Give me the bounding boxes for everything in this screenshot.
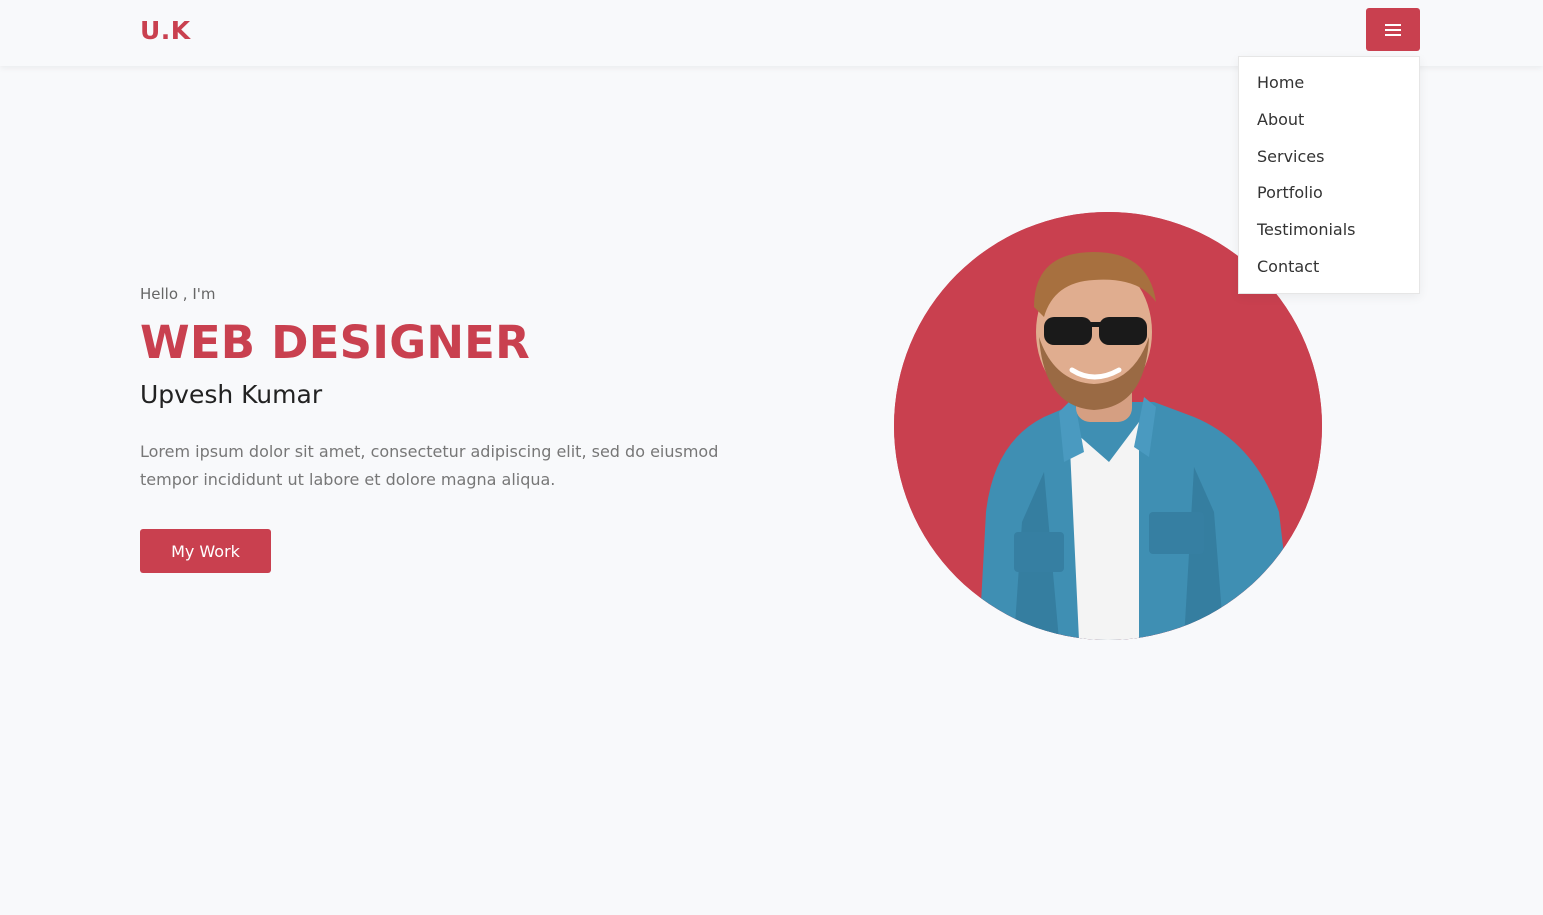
nav-item-portfolio[interactable]: Portfolio <box>1239 179 1419 216</box>
nav-dropdown-menu: Home About Services Portfolio Testimonia… <box>1238 56 1420 294</box>
nav-item-services[interactable]: Services <box>1239 143 1419 180</box>
menu-toggle-button[interactable] <box>1366 8 1420 51</box>
hero-description: Lorem ipsum dolor sit amet, consectetur … <box>140 442 719 489</box>
hero-title: WEB DESIGNER <box>140 316 530 369</box>
nav-item-testimonials[interactable]: Testimonials <box>1239 216 1419 253</box>
hamburger-icon <box>1385 23 1401 36</box>
nav-item-contact[interactable]: Contact <box>1239 253 1419 290</box>
hero-greeting: Hello , I'm <box>140 285 216 303</box>
my-work-button[interactable]: My Work <box>140 529 271 573</box>
nav-item-about[interactable]: About <box>1239 106 1419 143</box>
hero-name: Upvesh Kumar <box>140 380 323 409</box>
nav-item-home[interactable]: Home <box>1239 69 1419 106</box>
brand-logo[interactable]: U.K <box>140 16 191 45</box>
